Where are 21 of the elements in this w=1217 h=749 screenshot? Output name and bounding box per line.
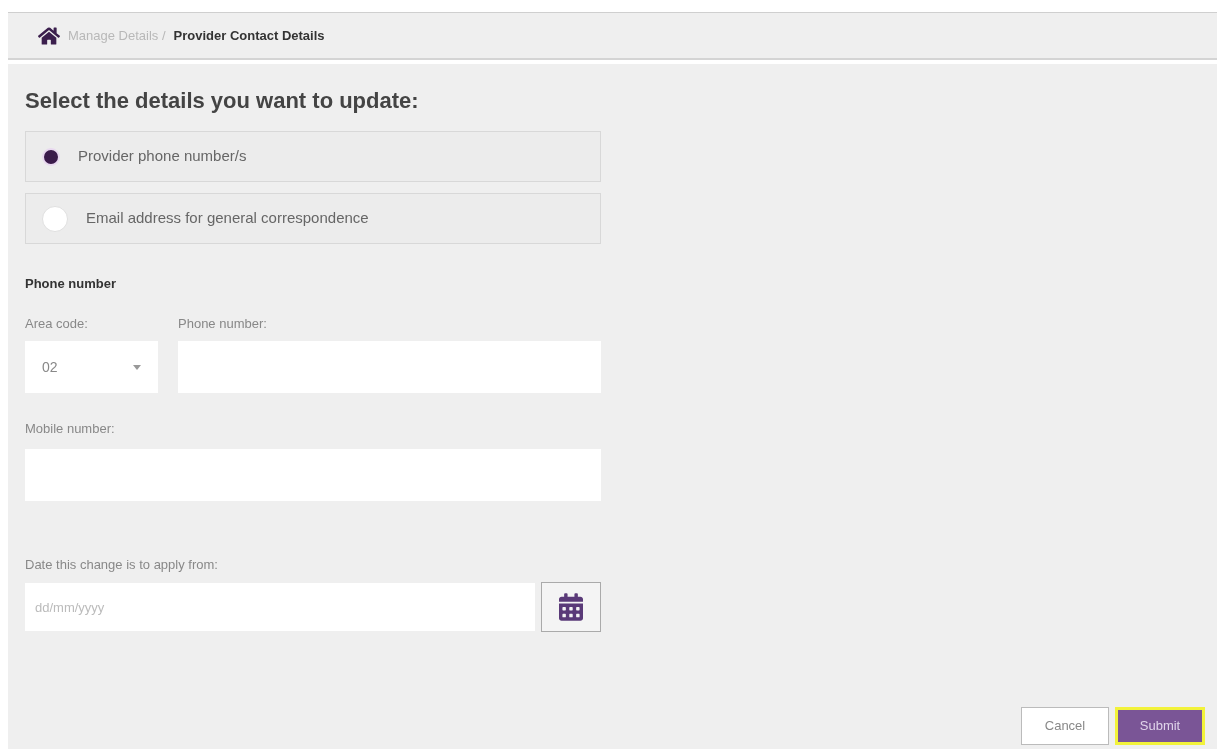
radio-button[interactable] [42,205,68,232]
caret-icon [133,364,141,370]
radio-option[interactable]: Email address for general correspondence [25,193,601,244]
calendar-icon [559,593,583,621]
cancel-button[interactable]: Cancel [1021,707,1109,745]
field-label: Phone number: [178,314,268,333]
option-label: Provider phone number/s [78,146,247,167]
radio-button[interactable] [42,147,60,166]
submit-button[interactable]: Submit [1115,707,1205,745]
option-label: Email address for general correspondence [86,208,369,229]
breadcrumb-current: Provider Contact Details [173,26,325,45]
section-title: Phone number [25,275,117,293]
calendar-button[interactable] [541,582,601,632]
date-field[interactable]: dd/mm/yyyy [25,583,535,631]
field-label: Area code: [25,314,89,333]
field-label: Mobile number: [25,420,116,438]
field-label: Date this change is to apply from: [25,555,219,574]
page-heading: Select the details you want to update: [25,87,420,115]
home-icon[interactable] [38,25,60,46]
area-code-select[interactable]: 02 [25,341,158,393]
radio-option[interactable]: Provider phone number/s [25,131,601,182]
